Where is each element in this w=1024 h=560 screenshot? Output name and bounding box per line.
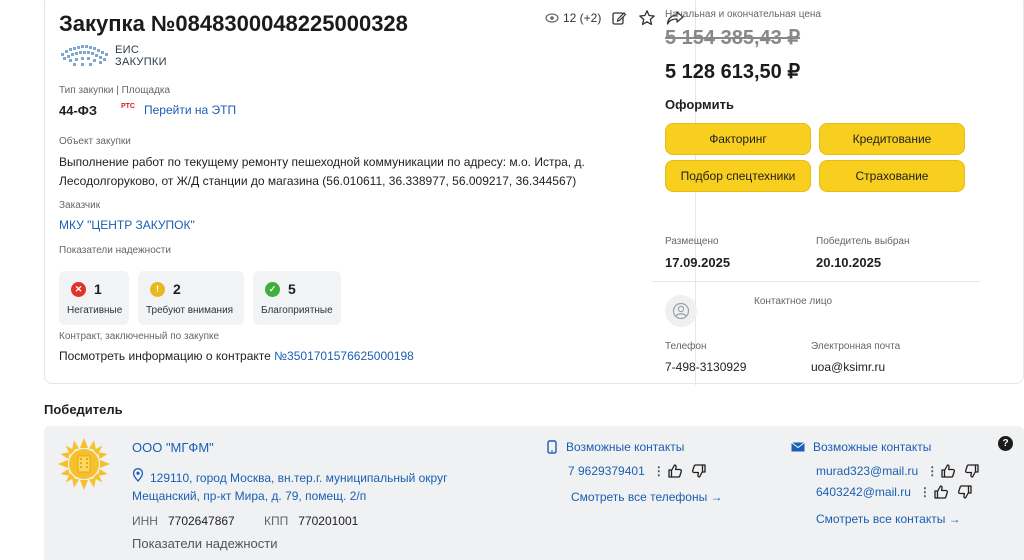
initial-price: 5 154 385,43 ₽	[665, 27, 801, 49]
inn: ИНН 7702647867	[132, 514, 235, 528]
customer-label: Заказчик	[59, 200, 101, 211]
contact-person-label: Контактное лицо	[754, 296, 833, 307]
winner-phone[interactable]: 7 9629379401	[568, 464, 645, 478]
final-price: 5 128 613,50 ₽	[665, 61, 801, 83]
contract-info: Посмотреть информацию о контракте №35017…	[59, 349, 414, 363]
all-contacts-link[interactable]: Смотреть все контакты →	[816, 512, 961, 526]
purchase-card: Закупка №0848300048225000328 ЕИС ЗАКУПКИ…	[44, 0, 1024, 385]
thumb-up-icon[interactable]	[940, 463, 956, 479]
insurance-button[interactable]: Страхование	[819, 160, 965, 192]
object-description: Выполнение работ по текущему ремонту пеш…	[59, 155, 585, 188]
reliability-positive[interactable]: ✓ 5 Благоприятные	[253, 271, 341, 325]
all-phones-link[interactable]: Смотреть все телефоны →	[571, 490, 723, 504]
thumb-up-icon[interactable]	[933, 484, 949, 500]
location-pin-icon	[132, 468, 144, 482]
phones-header: Возможные контакты	[546, 440, 684, 454]
email-label: Электронная почта	[811, 341, 901, 352]
winner-section-title: Победитель	[44, 402, 123, 417]
phone-icon	[547, 440, 557, 454]
winner-email-2[interactable]: 6403242@mail.ru	[816, 485, 911, 499]
star-icon[interactable]	[637, 8, 657, 28]
kpp: КПП 770201001	[264, 514, 359, 528]
vertical-divider	[695, 0, 696, 385]
winner-email-row-2: 6403242@mail.ru ⋮	[816, 484, 973, 500]
winner-email-1[interactable]: murad323@mail.ru	[816, 464, 918, 478]
special-equipment-button[interactable]: Подбор спецтехники	[665, 160, 811, 192]
winner-name-link[interactable]: ООО "МГФМ"	[132, 440, 214, 455]
thumb-up-icon[interactable]	[667, 463, 683, 479]
phone-label: Телефон	[665, 341, 707, 352]
law-value: 44-ФЗ	[59, 103, 98, 118]
price-label: Начальная и окончательная цена	[665, 9, 821, 20]
warning-icon: !	[150, 281, 165, 297]
company-logo	[58, 438, 110, 490]
credit-button[interactable]: Кредитование	[819, 123, 965, 155]
thumb-down-icon[interactable]	[691, 463, 707, 479]
purchase-title: Закупка №0848300048225000328	[59, 11, 408, 36]
winner-reliability-label: Показатели надежности	[132, 536, 278, 551]
help-icon[interactable]: ?	[998, 436, 1013, 451]
negative-icon: ✕	[71, 281, 86, 297]
winner-email-row-1: murad323@mail.ru ⋮	[816, 463, 980, 479]
horizontal-divider	[652, 281, 980, 282]
winner-address[interactable]: 129110, город Москва, вн.тер.г. муниципа…	[132, 468, 472, 505]
winner-chosen-label: Победитель выбран	[816, 236, 910, 247]
factoring-button[interactable]: Факторинг	[665, 123, 811, 155]
more-icon[interactable]: ⋮	[919, 485, 931, 499]
object-label: Объект закупки	[59, 136, 131, 147]
etp-link[interactable]: Перейти на ЭТП	[144, 103, 236, 117]
more-icon[interactable]: ⋮	[653, 464, 665, 478]
winner-card: ООО "МГФМ" 129110, город Москва, вн.тер.…	[44, 426, 1024, 560]
reliability-attention[interactable]: ! 2 Требуют внимания	[138, 271, 244, 325]
reliability-label: Показатели надежности	[59, 245, 171, 256]
arrange-label: Оформить	[665, 97, 734, 112]
edit-icon[interactable]	[609, 8, 629, 28]
check-icon: ✓	[265, 281, 280, 297]
customer-link[interactable]: МКУ "ЦЕНТР ЗАКУПОК"	[59, 218, 195, 232]
eye-icon	[545, 13, 559, 23]
more-icon[interactable]: ⋮	[926, 464, 938, 478]
winner-phone-row: 7 9629379401 ⋮	[568, 463, 707, 479]
placed-label: Размещено	[665, 236, 719, 247]
thumb-down-icon[interactable]	[964, 463, 980, 479]
email-value: uoa@ksimr.ru	[811, 360, 886, 374]
placed-date: 17.09.2025	[665, 255, 731, 270]
contract-link[interactable]: №3501701576625000198	[274, 349, 414, 363]
reliability-negative[interactable]: ✕ 1 Негативные	[59, 271, 129, 325]
rts-logo: РТС	[121, 103, 135, 110]
avatar-icon	[665, 295, 697, 327]
phone-value: 7-498-3130929	[665, 360, 747, 374]
thumb-down-icon[interactable]	[957, 484, 973, 500]
mail-icon	[791, 442, 805, 452]
contract-label: Контракт, заключенный по закупке	[59, 331, 220, 342]
eis-logo-text: ЕИС ЗАКУПКИ	[115, 44, 167, 68]
emails-header: Возможные контакты	[791, 440, 931, 454]
views-counter: 12 (+2)	[545, 11, 601, 25]
procurement-type-label: Тип закупки | Площадка	[59, 85, 171, 96]
winner-chosen-date: 20.10.2025	[816, 255, 882, 270]
